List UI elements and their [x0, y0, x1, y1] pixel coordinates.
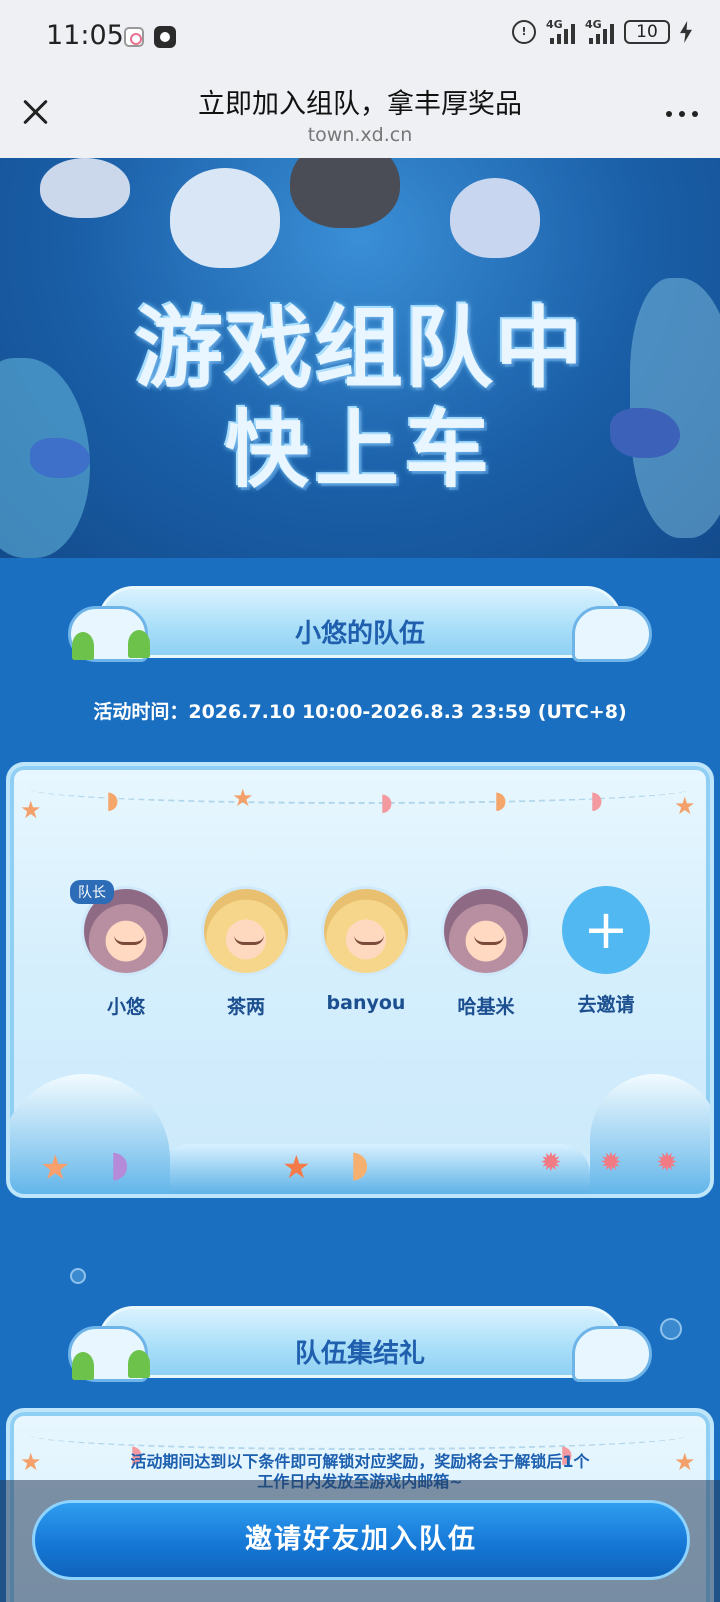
character-illustration [170, 168, 280, 268]
wave-icon [572, 1326, 652, 1382]
starfish-icon: ★ [674, 1448, 696, 1476]
plus-icon[interactable]: + [562, 886, 650, 974]
shell-icon: ◗ [106, 786, 119, 814]
member-item[interactable]: 队长 小悠 [70, 880, 176, 1019]
conch-icon: ◗ [350, 1144, 369, 1185]
hd-call-icon: ! [512, 20, 536, 44]
shell-icon: ◗ [590, 786, 603, 814]
member-item[interactable]: banyou [316, 886, 416, 1019]
wave-decoration [160, 1144, 590, 1194]
character-illustration [290, 158, 400, 228]
starfish-icon: ★ [282, 1148, 311, 1186]
character-illustration [40, 158, 130, 218]
seaweed-icon [128, 630, 150, 658]
wave-decoration [10, 1074, 170, 1194]
app-notification-icon [124, 27, 144, 47]
invite-label[interactable]: 去邀请 [577, 990, 634, 1017]
crab-icon: ✹ [540, 1148, 562, 1178]
bubble-decoration [660, 1318, 682, 1340]
crab-icon: ✹ [656, 1148, 678, 1178]
signal-icon: 4G [546, 18, 575, 44]
status-bar: 11:05 ! 4G 4G 10 [0, 0, 720, 76]
starfish-icon: ★ [232, 784, 254, 812]
seaweed-icon [72, 1352, 94, 1380]
hero-title-line2: 快上车 [224, 400, 495, 499]
member-item[interactable]: 茶两 [196, 886, 296, 1019]
crab-icon: ✹ [600, 1148, 622, 1178]
avatar [321, 886, 411, 976]
shell-icon: ◗ [110, 1144, 129, 1185]
page-title: 立即加入组队，拿丰厚奖品 [198, 89, 522, 120]
team-heading-text: 小悠的队伍 [294, 619, 425, 649]
hero-banner: 游戏组队中 快上车 [0, 158, 720, 558]
avatar [201, 886, 291, 976]
member-name: 哈基米 [457, 996, 515, 1018]
starfish-icon: ★ [20, 796, 42, 824]
character-illustration [450, 178, 540, 258]
heading-ribbon: 队伍集结礼 [98, 1306, 622, 1378]
member-name: 茶两 [226, 996, 265, 1018]
seaweed-icon [128, 1350, 150, 1378]
team-section-heading: 小悠的队伍 [68, 578, 652, 664]
starfish-icon: ★ [20, 1448, 42, 1476]
starfish-icon: ★ [40, 1148, 71, 1188]
member-name: 小悠 [106, 996, 145, 1018]
reward-section-heading: 队伍集结礼 [68, 1298, 652, 1384]
member-name: banyou [326, 992, 406, 1014]
avatar [441, 886, 531, 976]
shell-icon: ◗ [494, 786, 507, 814]
page-url: town.xd.cn [307, 124, 413, 146]
leader-badge: 队长 [70, 880, 114, 904]
status-indicators: ! 4G 4G 10 [512, 18, 692, 44]
heading-ribbon: 小悠的队伍 [98, 586, 622, 658]
invite-slot[interactable]: + 去邀请 [556, 886, 656, 1019]
seaweed-icon [72, 632, 94, 660]
starfish-icon: ★ [674, 792, 696, 820]
reward-heading-text: 队伍集结礼 [294, 1339, 425, 1369]
bubble-decoration [70, 1268, 86, 1284]
browser-nav-bar: 立即加入组队，拿丰厚奖品 town.xd.cn [0, 76, 720, 158]
activity-time: 活动时间：2026.7.10 10:00-2026.8.3 23:59 (UTC… [93, 701, 627, 723]
shell-icon: ◗ [380, 788, 393, 816]
signal-icon-2: 4G [585, 18, 614, 44]
more-menu-icon[interactable] [666, 111, 698, 117]
member-list: 队长 小悠 茶两 banyou 哈基米 + 去邀请 [70, 880, 656, 1019]
battery-icon: 10 [624, 20, 670, 44]
charging-icon [680, 21, 692, 43]
invite-friends-button[interactable]: 邀请好友加入队伍 [32, 1500, 690, 1580]
wave-icon [572, 606, 652, 662]
camera-app-notification-icon [154, 26, 176, 48]
team-card: ★ ◗ ★ ◗ ◗ ◗ ★ 队长 小悠 茶两 banyou 哈基米 + 去邀请 … [6, 762, 714, 1198]
garland-decoration [30, 1420, 690, 1450]
member-item[interactable]: 哈基米 [436, 886, 536, 1019]
status-time: 11:05 [46, 20, 124, 51]
